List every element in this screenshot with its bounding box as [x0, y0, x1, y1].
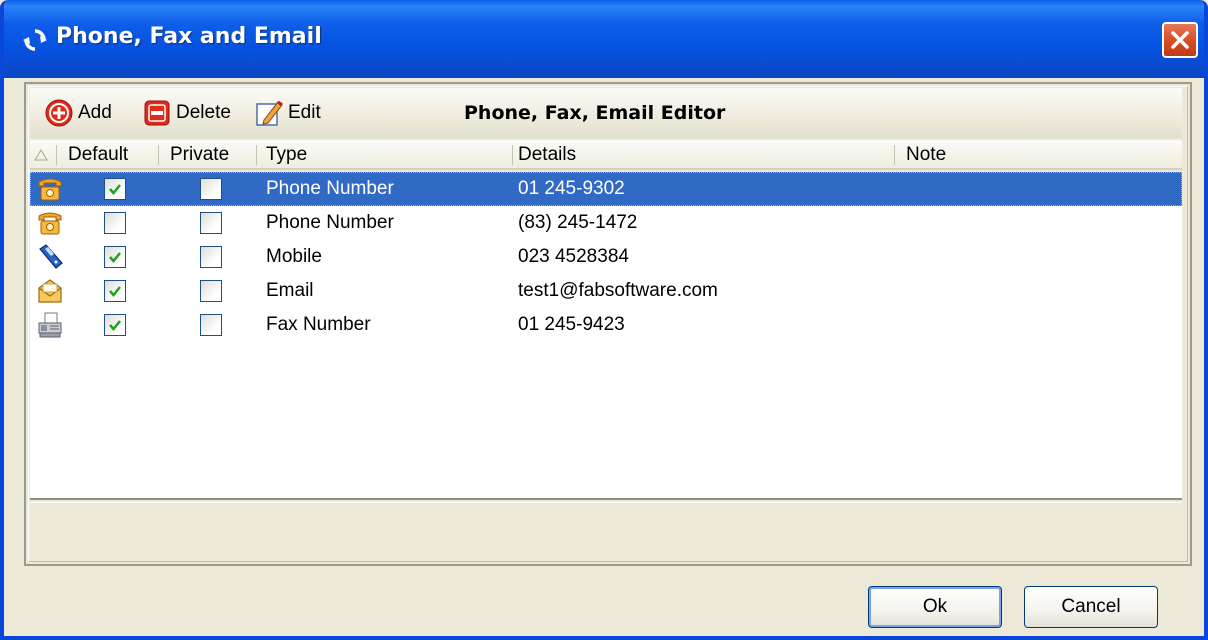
- add-label: Add: [78, 102, 112, 123]
- edit-label: Edit: [288, 102, 321, 123]
- delete-icon: [144, 100, 170, 126]
- type-cell: Fax Number: [266, 314, 371, 335]
- check-icon: [109, 320, 121, 331]
- details-cell: 01 245-9302: [518, 178, 625, 199]
- private-checkbox[interactable]: [200, 280, 222, 302]
- type-cell: Mobile: [266, 246, 322, 267]
- details-cell: test1@fabsoftware.com: [518, 280, 718, 301]
- ok-button[interactable]: Ok: [868, 586, 1002, 628]
- delete-label: Delete: [176, 102, 231, 123]
- column-private[interactable]: Private: [170, 144, 229, 168]
- close-button[interactable]: [1162, 22, 1198, 58]
- details-cell: (83) 245-1472: [518, 212, 638, 233]
- private-checkbox[interactable]: [200, 246, 222, 268]
- toolbar: Add Delete Edit Phone, Fax, Email Editor: [30, 88, 1182, 138]
- window-title: Phone, Fax and Email: [56, 24, 322, 49]
- title-bar[interactable]: Phone, Fax and Email: [4, 0, 1204, 78]
- delete-button[interactable]: Delete: [142, 98, 231, 128]
- table-row[interactable]: Phone Number 01 245-9302: [30, 172, 1182, 206]
- add-icon: [45, 99, 73, 127]
- column-default[interactable]: Default: [68, 144, 128, 168]
- table-row[interactable]: Fax Number 01 245-9423: [30, 308, 1182, 342]
- column-header-row: Default Private Type Details Note: [30, 140, 1182, 170]
- table-row[interactable]: Email test1@fabsoftware.com: [30, 274, 1182, 308]
- status-bar: [30, 502, 1182, 554]
- phone-fax-email-dialog: Phone, Fax and Email Add Delete Edit Pho…: [0, 0, 1208, 640]
- private-checkbox[interactable]: [200, 178, 222, 200]
- table-row[interactable]: Mobile 023 4528384: [30, 240, 1182, 274]
- type-cell: Phone Number: [266, 212, 394, 233]
- mobile-icon: [39, 244, 63, 269]
- sort-ascending-icon[interactable]: [34, 148, 48, 162]
- private-checkbox[interactable]: [200, 314, 222, 336]
- check-icon: [109, 252, 121, 263]
- default-checkbox[interactable]: [104, 314, 126, 336]
- type-cell: Phone Number: [266, 178, 394, 199]
- cancel-button[interactable]: Cancel: [1024, 586, 1158, 628]
- phone-icon: [38, 178, 62, 201]
- editor-title: Phone, Fax, Email Editor: [464, 102, 726, 124]
- column-type[interactable]: Type: [266, 144, 307, 168]
- editor-panel: Add Delete Edit Phone, Fax, Email Editor: [24, 82, 1192, 566]
- default-checkbox[interactable]: [104, 178, 126, 200]
- check-icon: [109, 184, 121, 195]
- private-checkbox[interactable]: [200, 212, 222, 234]
- close-icon: [1171, 31, 1189, 49]
- edit-button[interactable]: Edit: [254, 98, 321, 128]
- default-checkbox[interactable]: [104, 212, 126, 234]
- refresh-icon: [23, 29, 47, 51]
- details-cell: 01 245-9423: [518, 314, 625, 335]
- default-checkbox[interactable]: [104, 246, 126, 268]
- default-checkbox[interactable]: [104, 280, 126, 302]
- contact-list[interactable]: Phone Number 01 245-9302 Phone Number (8…: [30, 172, 1182, 500]
- phone-icon: [38, 212, 62, 235]
- column-note[interactable]: Note: [906, 144, 946, 168]
- fax-icon: [38, 312, 62, 338]
- check-icon: [109, 286, 121, 297]
- details-cell: 023 4528384: [518, 246, 629, 267]
- edit-icon: [256, 100, 283, 126]
- table-row[interactable]: Phone Number (83) 245-1472: [30, 206, 1182, 240]
- type-cell: Email: [266, 280, 314, 301]
- email-icon: [38, 279, 62, 303]
- add-button[interactable]: Add: [44, 98, 112, 128]
- column-details[interactable]: Details: [518, 144, 576, 168]
